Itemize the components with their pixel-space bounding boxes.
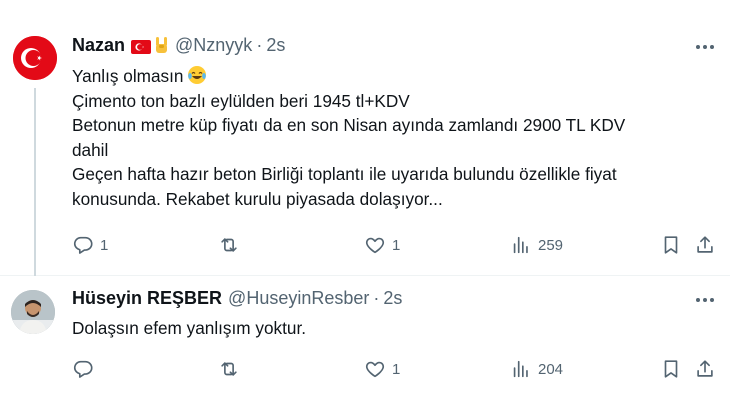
more-options-icon[interactable] [694, 289, 716, 311]
thread-connector-line [34, 88, 36, 276]
retweet-button[interactable] [218, 233, 246, 257]
tweet-text-line: Yanlış olmasın [72, 64, 712, 89]
timestamp[interactable]: 2s [266, 35, 285, 56]
tweet-header: Nazan @Nznyyk · 2s [72, 34, 285, 56]
views-chart-icon [513, 360, 528, 378]
like-button[interactable]: 1 [364, 357, 400, 381]
reply-icon [73, 360, 93, 378]
views-button[interactable]: 259 [510, 233, 563, 257]
tweet-text: Dolaşsın efem yanlışım yoktur. [72, 316, 712, 341]
user-photo-icon [11, 290, 55, 334]
retweet-icon [221, 238, 237, 252]
action-bar: 1 204 [72, 357, 722, 381]
like-count: 1 [392, 236, 401, 254]
retweet-button[interactable] [218, 357, 246, 381]
timestamp[interactable]: 2s [383, 288, 402, 309]
bookmark-icon [664, 360, 678, 378]
display-name[interactable]: Nazan [72, 35, 125, 56]
turkey-flag-avatar-icon [13, 36, 57, 80]
reply-icon [73, 236, 93, 254]
horns-hand-icon [153, 35, 169, 55]
separator-dot: · [373, 287, 380, 308]
reply-button[interactable]: 1 [72, 233, 108, 257]
tweet-header: Hüseyin REŞBER @HuseyinResber · 2s [72, 287, 402, 309]
turkey-flag-icon [131, 38, 152, 54]
laughing-crying-face-icon [187, 65, 207, 85]
action-bar: 1 1 259 [72, 233, 722, 257]
tweet[interactable]: Nazan @Nznyyk · 2s Yanlış olmasın Çiment… [0, 0, 730, 276]
tweet-text-line: dahil [72, 139, 109, 160]
views-chart-icon [513, 236, 528, 254]
share-button[interactable] [694, 357, 716, 381]
more-options-icon[interactable] [694, 36, 716, 58]
user-handle[interactable]: @HuseyinResber [228, 288, 369, 309]
tweet[interactable]: Hüseyin REŞBER @HuseyinResber · 2s Dolaş… [0, 276, 730, 420]
views-button[interactable]: 204 [510, 357, 563, 381]
reply-button[interactable] [72, 357, 100, 381]
reply-count: 1 [100, 236, 109, 254]
avatar[interactable] [13, 36, 57, 80]
tweet-text-line: Dolaşsın efem yanlışım yoktur. [72, 318, 307, 338]
views-count: 204 [538, 360, 564, 378]
separator-dot: · [256, 34, 263, 55]
retweet-icon [221, 362, 237, 376]
share-icon [697, 236, 713, 253]
tweet-text-line: Geçen hafta hazır beton Birliği toplantı… [72, 164, 617, 184]
like-count: 1 [392, 360, 401, 378]
tweet-text-line: Betonun metre küp fiyatı da en son Nisan… [72, 115, 626, 135]
tweet-text-line: Çimento ton bazlı eylülden beri 1945 tl+… [72, 90, 410, 111]
like-button[interactable]: 1 [364, 233, 400, 257]
bookmark-button[interactable] [660, 233, 682, 257]
avatar[interactable] [11, 290, 55, 334]
heart-icon [365, 361, 385, 378]
display-name[interactable]: Hüseyin REŞBER [72, 288, 222, 309]
share-button[interactable] [694, 233, 716, 257]
bookmark-icon [664, 236, 678, 254]
user-handle[interactable]: @Nznyyk [175, 35, 252, 56]
bookmark-button[interactable] [660, 357, 682, 381]
heart-icon [365, 237, 385, 254]
tweet-text: Yanlış olmasın Çimento ton bazlı eylülde… [72, 64, 712, 211]
tweet-text-line: konusunda. Rekabet kurulu piyasada dolaş… [72, 188, 443, 209]
views-count: 259 [538, 236, 564, 254]
share-icon [697, 360, 713, 377]
